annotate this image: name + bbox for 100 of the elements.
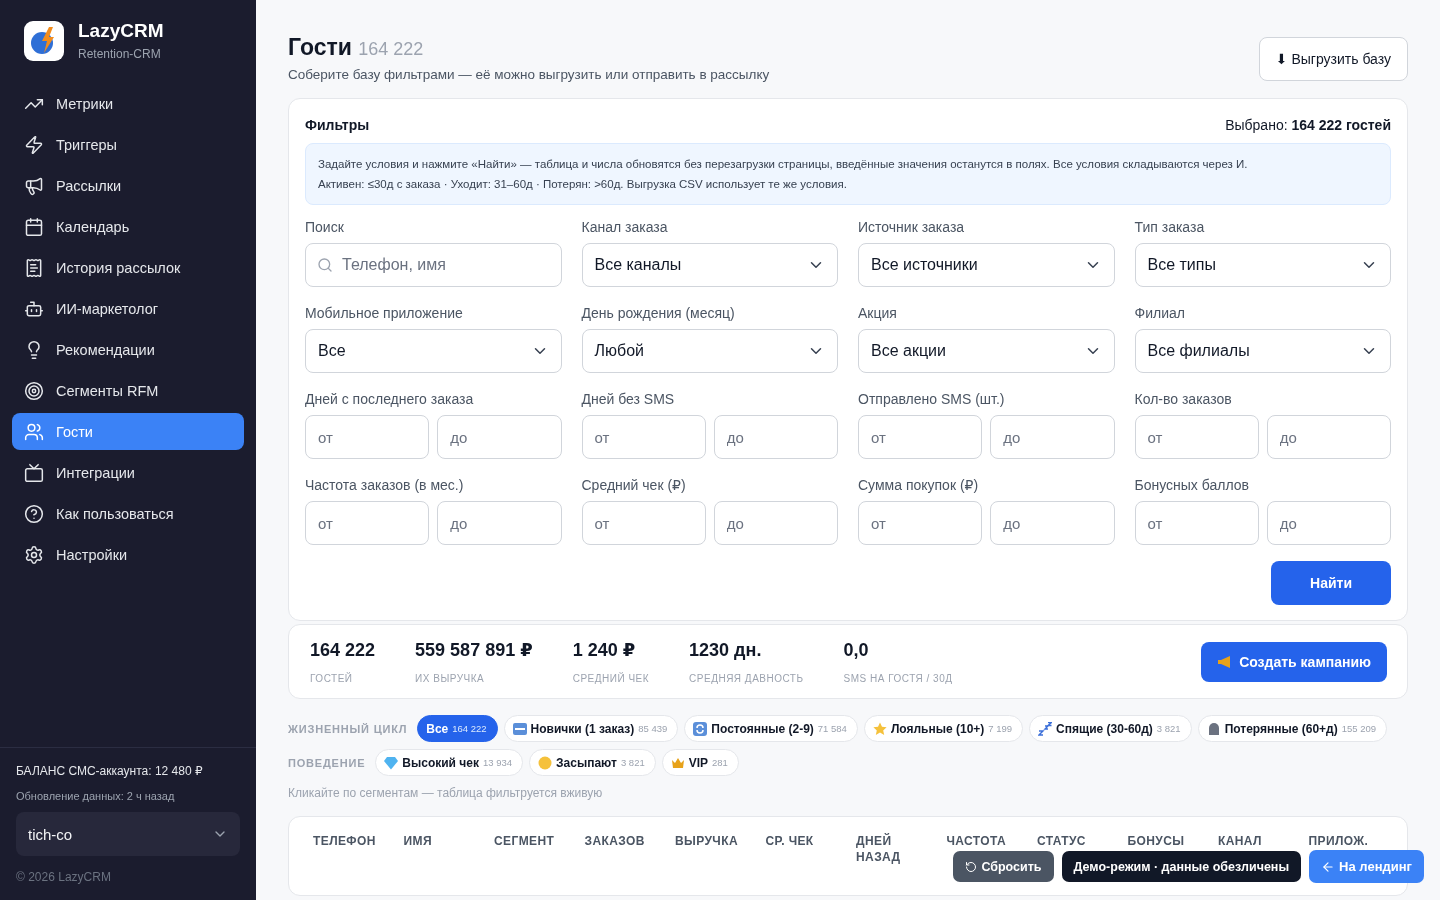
to-field[interactable]: до — [437, 415, 562, 459]
tombstone-icon — [1206, 721, 1221, 736]
copyright: © 2026 LazyCRM — [16, 870, 112, 884]
nav-item[interactable]: Гости — [12, 413, 244, 450]
brand-subtitle: Retention-CRM — [78, 47, 162, 61]
stat-label: СРЕДНЯЯ ДАВНОСТЬ — [689, 672, 804, 684]
segment-chip[interactable]: VIP 281 — [661, 749, 739, 776]
to-field[interactable]: до — [1266, 415, 1391, 459]
column-header: БОНУСЫ — [1126, 833, 1186, 849]
reset-button[interactable]: Сбросить — [953, 851, 1054, 882]
field-label: Тип заказа — [1134, 219, 1206, 235]
from-field[interactable]: от — [858, 501, 983, 545]
group-label: ПОВЕДЕНИЕ — [288, 756, 366, 769]
nav-item[interactable]: Рассылки — [12, 167, 244, 204]
field-label: Поиск — [305, 219, 345, 235]
stat-value: 164 222 — [310, 639, 376, 661]
nav-item[interactable]: Сегменты RFM — [12, 372, 244, 409]
to-field[interactable]: до — [990, 415, 1115, 459]
repeat-icon — [693, 721, 708, 736]
field-label: Источник заказа — [858, 219, 966, 235]
tv-icon — [24, 462, 44, 483]
select-field[interactable]: Все филиалы — [1134, 329, 1391, 373]
receipt-icon — [24, 257, 44, 278]
column-header: СТАТУС — [1036, 833, 1087, 849]
segments-hint: Кликайте по сегментам — таблица фильтруется вживую — [288, 786, 604, 800]
select-field[interactable]: Все акции — [858, 329, 1115, 373]
field-label: Кол-во заказов — [1134, 391, 1233, 407]
help-icon — [24, 503, 44, 524]
segment-chip[interactable]: Засыпают 3 821 — [529, 749, 656, 776]
update-time: Обновление данных: 2 ч назад — [16, 790, 176, 802]
account-select[interactable]: tich-co — [16, 812, 240, 856]
nav-item[interactable]: Интеграции — [12, 454, 244, 491]
stat-label: ИХ ВЫРУЧКА — [415, 673, 486, 684]
export-button[interactable]: ⬇ Выгрузить базу — [1258, 37, 1408, 81]
to-field[interactable]: до — [990, 501, 1115, 545]
segment-chip[interactable]: Потерянные (60+д) 155 209 — [1197, 715, 1388, 742]
search-icon — [317, 257, 333, 273]
create-campaign-button[interactable]: Создать кампанию — [1201, 641, 1387, 682]
to-field[interactable]: до — [1266, 501, 1391, 545]
nav-item[interactable]: Триггеры — [12, 126, 244, 163]
field-label: Мобильное приложение — [305, 305, 464, 321]
segment-chip[interactable]: Спящие (30-60д) 3 821 — [1029, 715, 1192, 742]
stat-value: 1230 дн. — [689, 639, 763, 661]
nav-item[interactable]: История рассылок — [12, 249, 244, 286]
stat-label: СРЕДНИЙ ЧЕК — [572, 673, 650, 684]
select-field[interactable]: Любой — [581, 329, 838, 373]
search-field[interactable]: Телефон, имя — [305, 243, 562, 287]
from-field[interactable]: от — [305, 501, 430, 545]
column-header: СЕГМЕНТ — [493, 833, 556, 849]
field-label: Акция — [858, 305, 898, 321]
megaphone-icon — [24, 175, 44, 196]
stat-value: 0,0 — [843, 639, 870, 661]
from-field[interactable]: от — [581, 415, 706, 459]
select-field[interactable]: Все источники — [858, 243, 1115, 287]
from-field[interactable]: от — [858, 415, 983, 459]
select-field[interactable]: Все каналы — [581, 243, 838, 287]
to-field[interactable]: до — [713, 501, 838, 545]
column-header: СР. ЧЕК — [764, 833, 815, 849]
segment-chip[interactable]: Постоянные (2-9) 71 584 — [684, 715, 858, 742]
field-label: Филиал — [1134, 305, 1186, 321]
column-header: ПРИЛОЖ. — [1307, 833, 1370, 849]
find-button[interactable]: Найти — [1271, 561, 1391, 605]
nav-item[interactable]: Метрики — [12, 85, 244, 122]
landing-button[interactable]: На лендинг — [1309, 850, 1424, 883]
field-label: Бонусных баллов — [1134, 477, 1250, 493]
page-subtitle: Соберите базу фильтрами — её можно выгрузить или отправить в рассылку — [288, 67, 770, 82]
column-header: ДНЕЙ НАЗАД — [855, 833, 902, 865]
zzz-icon — [1038, 721, 1053, 736]
segment-chip[interactable]: Все 164 222 — [417, 715, 498, 742]
new-badge-icon — [512, 721, 527, 736]
select-field[interactable]: Все типы — [1134, 243, 1391, 287]
arrow-left-icon — [1321, 859, 1336, 874]
nav-item[interactable]: Календарь — [12, 208, 244, 245]
segment-chip[interactable]: Лояльные (10+) 7 199 — [863, 715, 1024, 742]
settings-icon — [24, 544, 44, 565]
from-field[interactable]: от — [305, 415, 430, 459]
field-label: Частота заказов (в мес.) — [305, 477, 465, 493]
segment-chip[interactable]: Высокий чек 13 934 — [375, 749, 524, 776]
column-header: КАНАЛ — [1217, 833, 1263, 849]
nav-item[interactable]: Настройки — [12, 536, 244, 573]
column-header: ВЫРУЧКА — [674, 833, 739, 849]
from-field[interactable]: от — [1134, 415, 1259, 459]
to-field[interactable]: до — [713, 415, 838, 459]
nav-item[interactable]: Как пользоваться — [12, 495, 244, 532]
nav-item[interactable]: Рекомендации — [12, 331, 244, 368]
target-icon — [24, 380, 44, 401]
column-header: ИМЯ — [402, 833, 433, 849]
segment-chip[interactable]: Новички (1 заказ) 85 439 — [503, 715, 679, 742]
from-field[interactable]: от — [1134, 501, 1259, 545]
from-field[interactable]: от — [581, 501, 706, 545]
page-title: Гости — [288, 34, 352, 60]
field-label: Отправлено SMS (шт.) — [858, 391, 1006, 407]
reset-icon — [965, 860, 978, 873]
select-field[interactable]: Все — [305, 329, 562, 373]
info-text: Активен: ≤30д с заказа · Уходит: 31–60д · Потерян: >60д. Выгрузка CSV использует те же условия. — [318, 177, 848, 192]
nav-item[interactable]: ИИ-маркетолог — [12, 290, 244, 327]
group-label: ЖИЗНЕННЫЙ ЦИКЛ — [288, 722, 408, 735]
to-field[interactable]: до — [437, 501, 562, 545]
info-text: Задайте условия и нажмите «Найти» — таблица и числа обновятся без перезагрузки страницы, введённые значения останутся в полях. Все условия складываются через И. — [318, 157, 1249, 172]
brand-name: LazyCRM — [78, 20, 164, 42]
